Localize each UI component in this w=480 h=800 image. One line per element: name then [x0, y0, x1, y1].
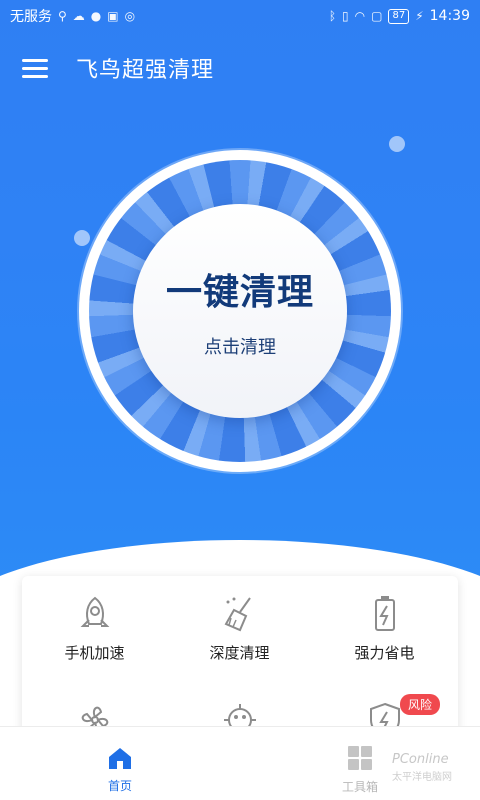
watermark-sub: 太平洋电脑网 — [392, 772, 452, 783]
tool-deep-clean[interactable]: 深度清理 — [167, 576, 312, 676]
decor-bubble — [74, 230, 90, 246]
home-icon — [109, 748, 131, 769]
usb-icon: ⚲ — [58, 9, 67, 23]
app-notify-icon: ● — [90, 9, 102, 23]
sync-icon: ◎ — [124, 9, 136, 23]
tools-card: 手机加速 深度清理 强力省电 风险 — [22, 576, 458, 739]
tool-label: 深度清理 — [209, 644, 270, 662]
nav-toolbox-label: 工具箱 — [341, 780, 378, 794]
book-icon: ▣ — [107, 9, 119, 23]
watermark-brand: PConline — [392, 752, 449, 767]
chevron-up-icon[interactable] — [222, 552, 258, 566]
tool-power-saving[interactable]: 强力省电 — [312, 576, 457, 676]
cloud-icon: ☁ — [72, 9, 85, 23]
tool-label: 强力省电 — [354, 644, 415, 662]
tool-label: 手机加速 — [64, 644, 125, 662]
hamburger-menu-icon[interactable] — [22, 57, 52, 79]
bluetooth-icon: ᛒ — [328, 9, 337, 23]
clock: 14:39 — [429, 8, 470, 24]
battery-indicator: 87 — [388, 8, 410, 24]
rocket-icon — [80, 596, 109, 627]
charging-icon: ⚡ — [415, 9, 424, 23]
tool-phone-speedup[interactable]: 手机加速 — [22, 576, 167, 676]
clean-subtitle: 点击清理 — [204, 337, 276, 358]
carrier-text: 无服务 — [10, 9, 52, 25]
app-bar: 飞鸟超强清理 — [0, 44, 480, 92]
one-click-clean-button[interactable]: 一键清理 点击清理 — [133, 204, 347, 418]
wifi-icon: ◠ — [354, 9, 366, 23]
risk-badge: 风险 — [400, 694, 441, 715]
app-title: 飞鸟超强清理 — [76, 58, 215, 83]
vibrate-icon: ▯ — [342, 9, 349, 23]
nav-home-label: 首页 — [107, 779, 132, 793]
broom-icon — [224, 597, 251, 632]
grid-icon — [348, 746, 372, 770]
battery-icon — [374, 596, 395, 631]
sim-icon: ▢ — [371, 9, 383, 23]
clean-title: 一键清理 — [165, 272, 314, 313]
status-bar: 无服务 ⚲ ☁ ● ▣ ◎ ᛒ ▯ ◠ ▢ 87 ⚡ 14:39 — [0, 0, 480, 32]
nav-home[interactable]: 首页 — [60, 727, 180, 800]
decor-bubble — [389, 136, 405, 152]
